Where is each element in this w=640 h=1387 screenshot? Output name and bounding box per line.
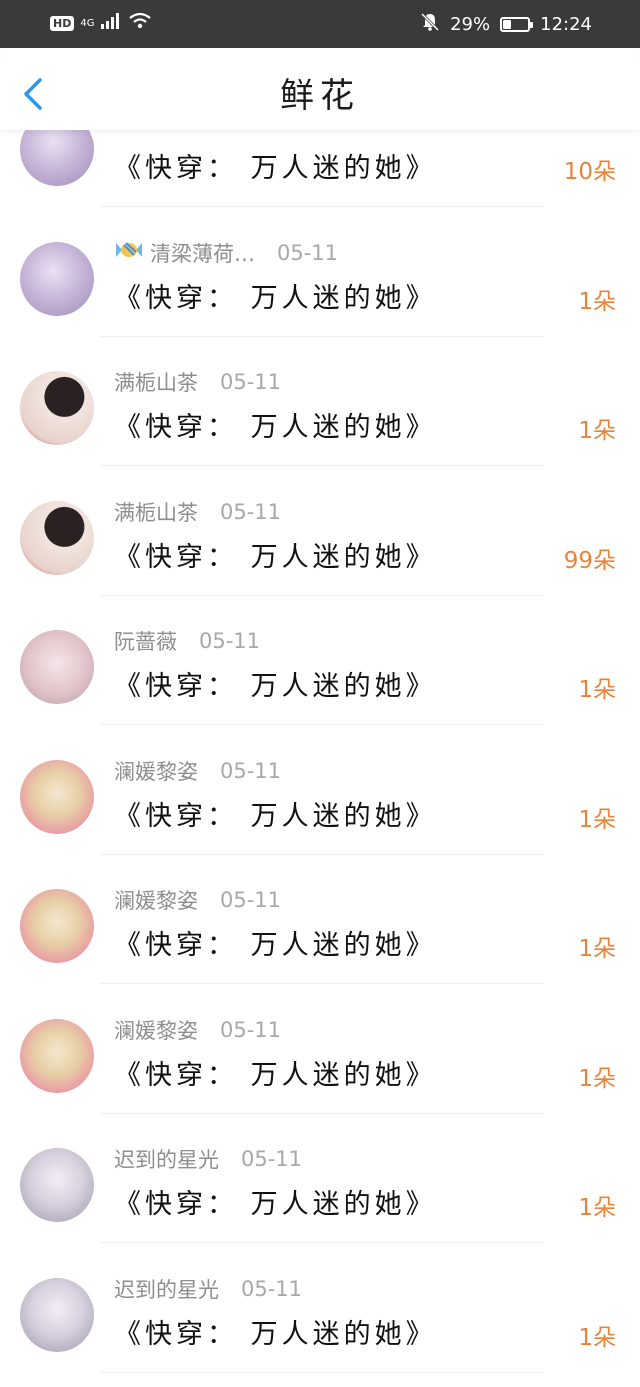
list-item[interactable]: 阮蔷薇 05-11 《快穿： 万人迷的她》 1朵 [0,596,640,725]
item-meta: 满栀山茶 05-11 [114,367,281,397]
list-item[interactable]: 满栀山茶 05-11 《快穿： 万人迷的她》 1朵 [0,337,640,466]
avatar[interactable] [20,759,94,834]
avatar[interactable] [20,371,94,445]
list-item[interactable]: 满栀山茶 05-11 《快穿： 万人迷的她》 99朵 [0,467,640,596]
username[interactable]: 清梁薄荷… [150,238,255,268]
date: 05-11 [220,1017,282,1042]
status-left: HD 4G [50,12,152,34]
book-title: 《快穿： 万人迷的她》 [114,282,437,314]
flower-count: 1朵 [578,677,616,703]
book-title: 《快穿： 万人迷的她》 [114,412,437,443]
book-title: 《快穿： 万人迷的她》 [114,1059,437,1091]
item-meta: 澜媛黎姿 05-11 [114,756,281,786]
hd-badge: HD [50,15,75,31]
status-bar: HD 4G 29% 12:24 [0,0,640,48]
avatar[interactable] [20,630,94,704]
list-item[interactable]: 澜媛黎姿 05-11 《快穿： 万人迷的她》 1朵 [0,855,640,984]
date: 05-11 [199,629,261,653]
book-title: 《快穿： 万人迷的她》 [114,1318,437,1350]
signal-icon [100,12,122,34]
book-title: 《快穿： 万人迷的她》 [114,153,437,184]
book-title: 《快穿： 万人迷的她》 [114,930,437,961]
flower-count: 1朵 [578,936,616,962]
username[interactable]: 迟到的星光 [114,1274,219,1304]
item-meta: 阮蔷薇 05-11 [114,626,260,656]
list-item[interactable]: 迟到的星光 05-11 《快穿： 万人迷的她》 1朵 [0,1244,640,1373]
avatar[interactable] [20,500,94,575]
status-right: 29% 12:24 [420,12,592,37]
battery-percent: 29% [450,14,491,35]
battery-fill [503,20,511,29]
nav-bar: 鲜花 [0,48,640,130]
username[interactable]: 迟到的星光 [114,1144,219,1174]
list-item[interactable]: 澜媛黎姿 05-11 《快穿： 万人迷的她》 1朵 [0,985,640,1114]
item-meta: 澜媛黎姿 05-11 [114,885,281,915]
flower-count: 1朵 [578,288,616,315]
username[interactable]: 澜媛黎姿 [114,756,198,786]
date: 05-11 [277,240,339,265]
flower-count: 1朵 [578,1065,616,1092]
date: 05-11 [220,758,282,783]
flower-count: 1朵 [578,1195,616,1221]
candy-icon [114,239,144,266]
avatar[interactable] [20,1277,94,1352]
date: 05-11 [220,499,282,524]
flower-count: 1朵 [578,1324,616,1351]
username[interactable]: 满栀山茶 [114,497,198,527]
item-meta: 满栀山茶 05-11 [114,497,281,527]
battery-tip [530,22,534,28]
list-item[interactable]: 迟到的星光 05-11 《快穿： 万人迷的她》 1朵 [0,1114,640,1243]
list-item[interactable]: 澜媛黎姿 05-11 《快穿： 万人迷的她》 1朵 [0,726,640,855]
username[interactable]: 澜媛黎姿 [114,1015,198,1045]
flower-count: 10朵 [563,159,616,185]
date: 05-11 [220,888,282,912]
network-type: 4G [80,17,95,29]
list-item[interactable]: 清梁薄荷… 05-11 《快穿： 万人迷的她》 1朵 [0,208,640,337]
username[interactable]: 满栀山茶 [114,367,198,397]
book-title: 《快穿： 万人迷的她》 [114,1189,437,1220]
page-title: 鲜花 [280,76,360,116]
book-title: 《快穿： 万人迷的她》 [114,541,437,573]
clock: 12:24 [540,14,592,35]
book-title: 《快穿： 万人迷的她》 [114,800,437,832]
date: 05-11 [241,1276,303,1301]
list-item[interactable]: 《快穿： 万人迷的她》 10朵 [0,130,640,207]
battery-icon [500,17,534,32]
date: 05-11 [241,1147,303,1171]
divider [100,1371,544,1373]
flower-count: 1朵 [578,418,616,444]
avatar[interactable] [20,1018,94,1093]
username[interactable]: 澜媛黎姿 [114,885,198,915]
wifi-icon [128,12,152,34]
avatar[interactable] [20,241,94,316]
item-meta: 迟到的星光 05-11 [114,1274,302,1304]
date: 05-11 [220,370,282,394]
username[interactable]: 阮蔷薇 [114,626,177,656]
mute-bell-icon [420,12,440,37]
item-meta: 清梁薄荷… 05-11 [114,238,338,268]
avatar[interactable] [20,1148,94,1222]
flower-list[interactable]: 《快穿： 万人迷的她》 10朵 清梁薄荷… 05-11 《快穿： 万人迷的她》 1朵 满栀山… [0,130,640,1387]
flower-count: 99朵 [563,547,616,574]
item-meta: 迟到的星光 05-11 [114,1144,302,1174]
flower-count: 1朵 [578,806,616,833]
avatar[interactable] [20,130,94,186]
book-title: 《快穿： 万人迷的她》 [114,671,437,702]
avatar[interactable] [20,889,94,963]
item-meta: 澜媛黎姿 05-11 [114,1015,281,1045]
